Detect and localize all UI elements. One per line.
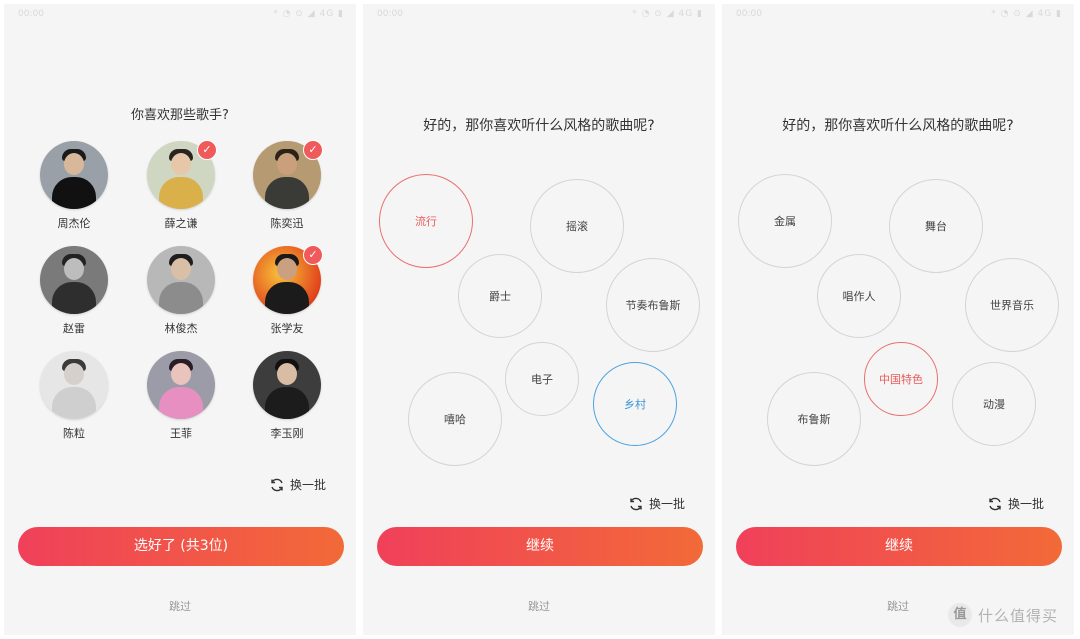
singer-name: 王菲 bbox=[170, 427, 192, 440]
status-indicators: * ◔ ⊙ ◢ 4G ▮ bbox=[273, 9, 344, 19]
singer-name: 李玉刚 bbox=[270, 427, 304, 440]
status-bar: 00:00 * ◔ ⊙ ◢ 4G ▮ bbox=[722, 4, 1074, 24]
genre-bubble-chinese-style[interactable]: 中国特色 bbox=[864, 342, 938, 416]
refresh-label: 换一批 bbox=[1008, 497, 1045, 511]
genre-bubble-jazz[interactable]: 爵士 bbox=[458, 254, 542, 338]
refresh-icon bbox=[630, 497, 642, 510]
singer-avatar bbox=[40, 141, 108, 209]
status-bar: 00:00 * ◔ ⊙ ◢ 4G ▮ bbox=[363, 4, 715, 24]
continue-button[interactable]: 继续 bbox=[736, 527, 1062, 566]
genre-bubble-hiphop[interactable]: 嘻哈 bbox=[408, 372, 502, 466]
singer-item-li-yugang[interactable]: 李玉刚 bbox=[242, 351, 332, 451]
genre-bubble-electronic[interactable]: 电子 bbox=[505, 342, 579, 416]
genre-bubble-rnb[interactable]: 节奏布鲁斯 bbox=[606, 258, 700, 352]
singer-item-xue-zhiqian[interactable]: ✓ 薛之谦 bbox=[136, 140, 226, 241]
selected-check-icon: ✓ bbox=[303, 245, 323, 265]
skip-link[interactable]: 跳过 bbox=[363, 598, 715, 614]
refresh-label: 换一批 bbox=[649, 497, 686, 511]
status-indicators: * ◔ ⊙ ◢ 4G ▮ bbox=[991, 9, 1062, 19]
genre-selection-screen-1: 00:00 * ◔ ⊙ ◢ 4G ▮ 好的，那你喜欢听什么风格的歌曲呢? 流行 … bbox=[363, 4, 715, 635]
singer-name: 周杰伦 bbox=[57, 217, 91, 230]
genre-bubble-world-music[interactable]: 世界音乐 bbox=[965, 258, 1059, 352]
singer-item-chen-li[interactable]: 陈粒 bbox=[29, 351, 119, 451]
genre-bubble-country[interactable]: 乡村 bbox=[593, 362, 677, 446]
page-title: 好的，那你喜欢听什么风格的歌曲呢? bbox=[423, 118, 655, 134]
singer-item-wang-fei[interactable]: 王菲 bbox=[136, 351, 226, 451]
singer-avatar bbox=[40, 246, 108, 314]
singer-name: 张学友 bbox=[270, 322, 304, 335]
status-time: 00:00 bbox=[736, 9, 762, 19]
refresh-batch-button[interactable]: 换一批 bbox=[628, 495, 685, 512]
watermark-text: 什么值得买 bbox=[978, 606, 1059, 625]
singer-item-chen-yixun[interactable]: ✓ 陈奕迅 bbox=[242, 140, 332, 241]
confirm-selection-button[interactable]: 选好了 (共3位) bbox=[18, 527, 344, 566]
genre-bubble-stage[interactable]: 舞台 bbox=[889, 179, 983, 273]
genre-bubble-anime[interactable]: 动漫 bbox=[952, 362, 1036, 446]
singer-avatar bbox=[147, 246, 215, 314]
watermark: 值 什么值得买 bbox=[948, 601, 1076, 629]
refresh-batch-button[interactable]: 换一批 bbox=[269, 476, 326, 493]
singer-name: 赵雷 bbox=[63, 322, 85, 335]
page-title: 好的，那你喜欢听什么风格的歌曲呢? bbox=[782, 118, 1014, 134]
refresh-batch-button[interactable]: 换一批 bbox=[987, 495, 1044, 512]
refresh-label: 换一批 bbox=[290, 478, 327, 492]
selected-check-icon: ✓ bbox=[303, 140, 323, 160]
genre-bubble-rock[interactable]: 摇滚 bbox=[530, 179, 624, 273]
genre-bubble-singer-songwriter[interactable]: 唱作人 bbox=[817, 254, 901, 338]
singer-name: 陈粒 bbox=[63, 427, 85, 440]
singer-avatar bbox=[147, 351, 215, 419]
skip-link[interactable]: 跳过 bbox=[4, 598, 356, 614]
genre-bubble-blues[interactable]: 布鲁斯 bbox=[767, 372, 861, 466]
singer-avatar bbox=[40, 351, 108, 419]
refresh-icon bbox=[271, 478, 283, 491]
status-time: 00:00 bbox=[377, 9, 403, 19]
singer-name: 陈奕迅 bbox=[270, 217, 304, 230]
genre-selection-screen-2: 00:00 * ◔ ⊙ ◢ 4G ▮ 好的，那你喜欢听什么风格的歌曲呢? 金属 … bbox=[722, 4, 1074, 635]
genre-bubble-metal[interactable]: 金属 bbox=[738, 174, 832, 268]
singer-item-lin-junjie[interactable]: 林俊杰 bbox=[136, 246, 226, 346]
status-bar: 00:00 * ◔ ⊙ ◢ 4G ▮ bbox=[4, 4, 356, 24]
singer-item-zhou-jielun[interactable]: 周杰伦 bbox=[29, 141, 119, 241]
singer-name: 林俊杰 bbox=[164, 322, 198, 335]
selected-check-icon: ✓ bbox=[197, 140, 217, 160]
continue-button[interactable]: 继续 bbox=[377, 527, 703, 566]
status-indicators: * ◔ ⊙ ◢ 4G ▮ bbox=[632, 9, 703, 19]
status-time: 00:00 bbox=[18, 9, 44, 19]
page-title: 你喜欢那些歌手? bbox=[131, 108, 229, 123]
singer-item-zhao-lei[interactable]: 赵雷 bbox=[29, 246, 119, 346]
refresh-icon bbox=[989, 497, 1001, 510]
singer-avatar bbox=[253, 351, 321, 419]
singer-name: 薛之谦 bbox=[164, 217, 198, 230]
genre-bubble-pop[interactable]: 流行 bbox=[379, 174, 473, 268]
watermark-logo: 值 bbox=[948, 603, 972, 627]
singer-selection-screen: 00:00 * ◔ ⊙ ◢ 4G ▮ 你喜欢那些歌手? 周杰伦 ✓ 薛之谦 ✓ … bbox=[4, 4, 356, 635]
singer-item-zhang-xueyou[interactable]: ✓ 张学友 bbox=[242, 245, 332, 346]
